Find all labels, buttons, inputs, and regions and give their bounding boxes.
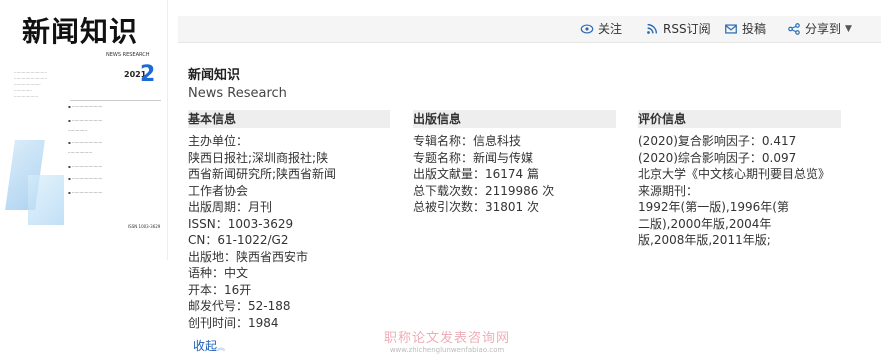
publish-info-line: 专辑名称：信息科技 — [413, 134, 522, 148]
cover-issue-number: 2 — [140, 62, 156, 87]
evaluation-info-line: 来源期刊： — [638, 183, 699, 198]
evaluation-info-header: 评价信息 — [638, 110, 841, 128]
chevron-up-icon: ︽ — [217, 343, 226, 352]
basic-info-line: 创刊时间：1984 — [188, 315, 279, 330]
cover-title: 新闻知识 — [22, 15, 139, 48]
cover-subtitle: NEWS RESEARCH — [106, 52, 150, 58]
share-label: 分享到 — [805, 22, 842, 36]
basic-info-header: 基本信息 — [188, 110, 390, 128]
evaluation-info-list: (2020)复合影响因子：0.417 (2020)综合影响因子：0.097 北京… — [638, 133, 830, 249]
basic-info-line: 陕西日报社;深圳商报社;陕 — [188, 150, 329, 165]
mail-icon — [725, 23, 737, 34]
basic-info-line: 主办单位： — [188, 134, 249, 148]
share-dropdown[interactable]: 分享到 ▼ — [787, 20, 852, 37]
evaluation-info-line: 版,2008年版,2011年版; — [638, 233, 771, 247]
cover-decoration — [28, 175, 64, 225]
eye-icon — [580, 23, 594, 34]
basic-info-line: 出版地：陕西省西安市 — [188, 249, 309, 264]
basic-info-line: 语种：中文 — [188, 266, 249, 280]
follow-label: 关注 — [598, 22, 623, 36]
watermark-text: 职称论文发表咨询网 — [384, 331, 511, 346]
publish-info-line: 专题名称：新闻与传媒 — [413, 150, 534, 165]
share-icon — [788, 22, 800, 35]
basic-info-line: 工作者协会 — [188, 183, 249, 198]
rss-label: RSS订阅 — [663, 22, 711, 36]
watermark-url: www.zhichenglunwenfabiao.com — [389, 346, 505, 354]
publish-info-line: 总下载次数：2119986 次 — [413, 183, 555, 198]
evaluation-info-line: 二版),2000年版,2004年 — [638, 216, 772, 231]
basic-info-line: CN：61-1022/G2 — [188, 233, 289, 247]
chevron-down-icon: ▼ — [845, 23, 852, 34]
journal-english-title: News Research — [188, 86, 287, 101]
watermark: 职称论文发表咨询网 www.zhichenglunwenfabiao.com — [384, 327, 510, 354]
publish-info-line: 总被引次数：31801 次 — [413, 200, 539, 214]
submit-manuscript-button[interactable]: 投稿 — [724, 20, 766, 37]
evaluation-info-line: (2020)复合影响因子：0.417 — [638, 134, 797, 148]
basic-info-line: 西省新闻研究所;陕西省新闻 — [188, 167, 337, 181]
basic-info-line: 邮发代号：52-188 — [188, 299, 291, 313]
basic-info-line: ISSN：1003-3629 — [188, 216, 294, 231]
follow-button[interactable]: 关注 — [580, 20, 622, 37]
rss-icon — [647, 23, 658, 34]
evaluation-info-line: 北京大学《中文核心期刊要目总览》 — [638, 167, 831, 181]
rss-button[interactable]: RSS订阅 — [645, 20, 711, 37]
journal-cover-image: 新闻知识 NEWS RESEARCH ·····················… — [0, 0, 168, 260]
journal-title: 新闻知识 — [188, 68, 241, 83]
evaluation-info-line: (2020)综合影响因子：0.097 — [638, 150, 797, 165]
basic-info-list: 主办单位： 陕西日报社;深圳商报社;陕 西省新闻研究所;陕西省新闻 工作者协会 … — [188, 133, 336, 331]
publish-info-line: 出版文献量：16174 篇 — [413, 167, 539, 181]
collapse-link[interactable]: 收起︽ — [193, 337, 225, 354]
cover-issn: ISSN 1003-3629 — [128, 224, 161, 229]
basic-info-line: 出版周期：月刊 — [188, 200, 273, 214]
basic-info-line: 开本：16开 — [188, 282, 252, 297]
collapse-label: 收起 — [193, 339, 218, 353]
publish-info-list: 专辑名称：信息科技 专题名称：新闻与传媒 出版文献量：16174 篇 总下载次数… — [413, 133, 554, 216]
publish-info-header: 出版信息 — [413, 110, 616, 128]
submit-label: 投稿 — [742, 22, 767, 36]
action-toolbar: 关注 RSS订阅 投稿 分享到 ▼ — [178, 16, 881, 43]
evaluation-info-line: 1992年(第一版),1996年(第 — [638, 200, 789, 214]
